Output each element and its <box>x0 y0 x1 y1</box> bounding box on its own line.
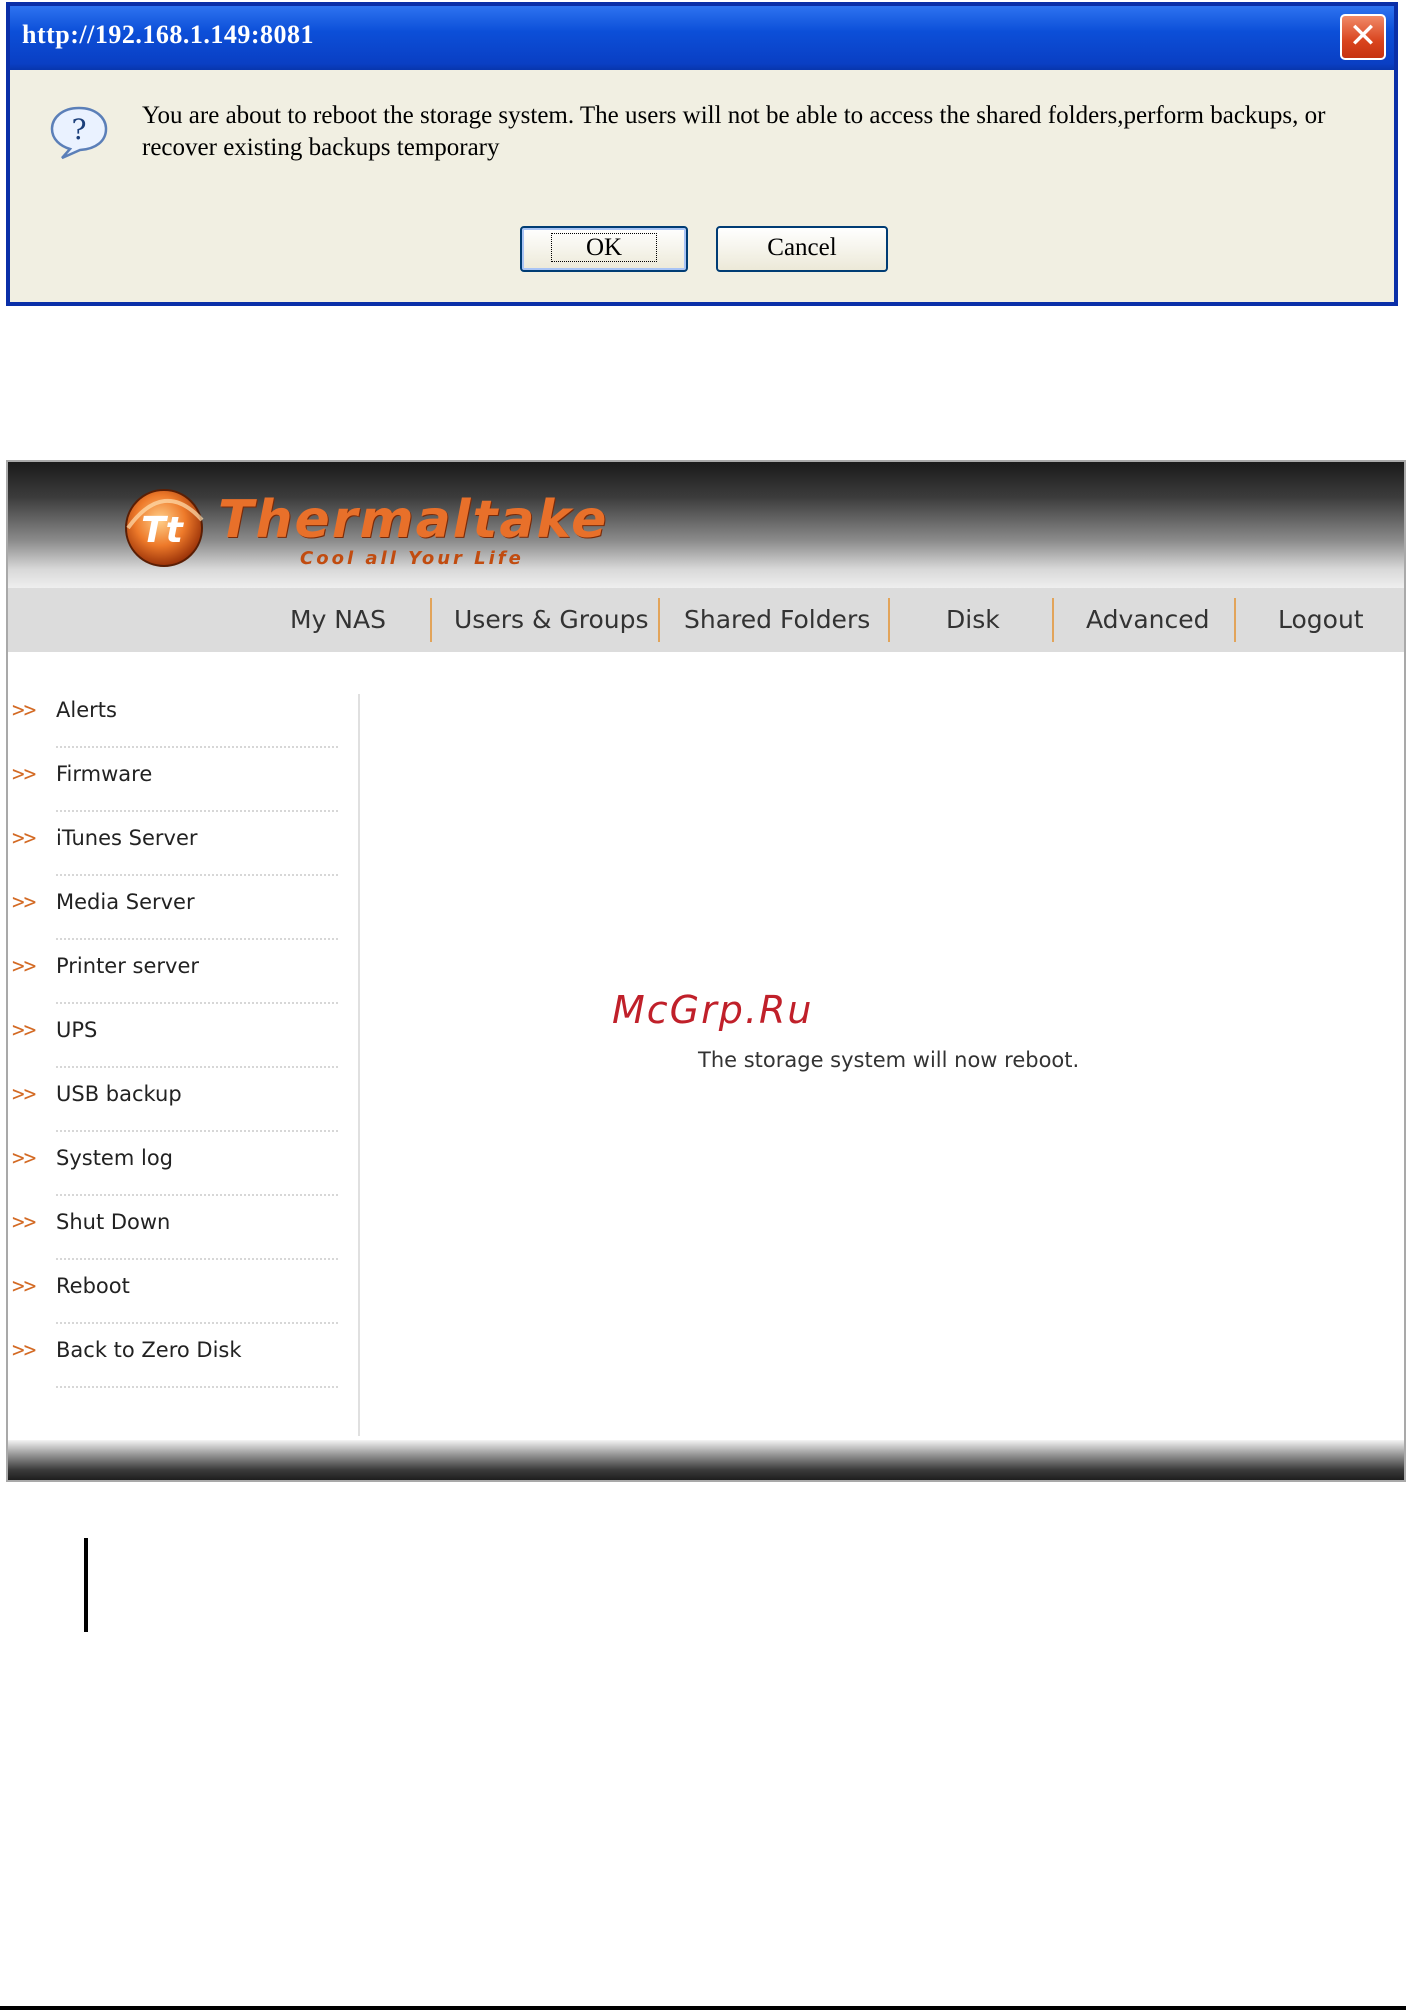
divider <box>56 746 338 748</box>
question-icon: ? <box>50 106 108 160</box>
chevron-right-icon: >> <box>12 954 36 978</box>
footer-bar <box>8 1440 1404 1480</box>
divider <box>56 1066 338 1068</box>
nav-disk[interactable]: Disk <box>946 600 1000 640</box>
sidebar-item-back-to-zero-disk[interactable]: >> Back to Zero Disk <box>8 1334 338 1398</box>
chevron-right-icon: >> <box>12 698 36 722</box>
nav-separator <box>658 598 660 642</box>
sidebar-item-shut-down[interactable]: >> Shut Down <box>8 1206 338 1270</box>
divider <box>56 1258 338 1260</box>
vertical-rule <box>84 1538 88 1632</box>
chevron-right-icon: >> <box>12 1210 36 1234</box>
thermaltake-logo-icon: Tt <box>125 489 204 567</box>
divider <box>56 810 338 812</box>
sidebar-item-printer-server[interactable]: >> Printer server <box>8 950 338 1014</box>
sidebar-item-label: iTunes Server <box>56 826 198 850</box>
nav-separator <box>1234 598 1236 642</box>
sidebar-item-label: Media Server <box>56 890 195 914</box>
sidebar-item-label: Alerts <box>56 698 117 722</box>
chevron-right-icon: >> <box>12 890 36 914</box>
nav-my-nas[interactable]: My NAS <box>290 600 386 640</box>
sidebar-item-system-log[interactable]: >> System log <box>8 1142 338 1206</box>
sidebar-item-alerts[interactable]: >> Alerts <box>8 694 338 758</box>
svg-text:?: ? <box>71 113 86 146</box>
nav-separator <box>888 598 890 642</box>
sidebar-item-firmware[interactable]: >> Firmware <box>8 758 338 822</box>
brand-slogan: Cool all Your Life <box>300 548 524 569</box>
dialog-message: You are about to reboot the storage syst… <box>142 102 1326 161</box>
divider <box>56 1194 338 1196</box>
brand-name: Thermaltake <box>218 490 609 550</box>
dialog-title-bar[interactable]: http://192.168.1.149:8081 ✕ <box>10 6 1394 70</box>
chevron-right-icon: >> <box>12 1146 36 1170</box>
nav-shared-folders[interactable]: Shared Folders <box>684 600 870 640</box>
watermark: McGrp.Ru <box>612 988 814 1032</box>
sidebar: >> Alerts >> Firmware >> iTunes Server >… <box>8 694 360 1436</box>
chevron-right-icon: >> <box>12 826 36 850</box>
page-bottom-rule <box>0 2006 1406 2010</box>
sidebar-item-label: UPS <box>56 1018 98 1042</box>
sidebar-item-label: System log <box>56 1146 173 1170</box>
chevron-right-icon: >> <box>12 1018 36 1042</box>
header-banner: Tt Thermaltake Cool all Your Life <box>8 462 1404 588</box>
cancel-button[interactable]: Cancel <box>716 226 888 272</box>
top-nav: My NAS Users & Groups Shared Folders Dis… <box>8 588 1404 652</box>
chevron-right-icon: >> <box>12 1274 36 1298</box>
close-icon[interactable]: ✕ <box>1340 14 1386 60</box>
sidebar-item-itunes-server[interactable]: >> iTunes Server <box>8 822 338 886</box>
nav-logout[interactable]: Logout <box>1278 600 1364 640</box>
nav-users-groups[interactable]: Users & Groups <box>454 600 649 640</box>
ok-button-label: OK <box>550 233 658 262</box>
sidebar-item-label: Printer server <box>56 954 200 978</box>
sidebar-item-label: Back to Zero Disk <box>56 1338 242 1362</box>
nav-separator <box>430 598 432 642</box>
nas-admin-page: Tt Thermaltake Cool all Your Life My NAS… <box>6 460 1406 1482</box>
reboot-status-message: The storage system will now reboot. <box>698 1048 1080 1072</box>
chevron-right-icon: >> <box>12 1338 36 1362</box>
dialog-title: http://192.168.1.149:8081 <box>22 20 314 49</box>
divider <box>56 874 338 876</box>
sidebar-item-media-server[interactable]: >> Media Server <box>8 886 338 950</box>
ok-button[interactable]: OK <box>520 226 688 272</box>
sidebar-item-label: Reboot <box>56 1274 130 1298</box>
confirm-dialog: http://192.168.1.149:8081 ✕ ? You are ab… <box>6 2 1398 306</box>
divider <box>56 1386 338 1388</box>
sidebar-item-usb-backup[interactable]: >> USB backup <box>8 1078 338 1142</box>
nav-advanced[interactable]: Advanced <box>1086 600 1210 640</box>
divider <box>56 938 338 940</box>
sidebar-item-label: Firmware <box>56 762 153 786</box>
divider <box>56 1002 338 1004</box>
sidebar-item-ups[interactable]: >> UPS <box>8 1014 338 1078</box>
chevron-right-icon: >> <box>12 762 36 786</box>
chevron-right-icon: >> <box>12 1082 36 1106</box>
sidebar-item-reboot[interactable]: >> Reboot <box>8 1270 338 1334</box>
divider <box>56 1322 338 1324</box>
sidebar-item-label: USB backup <box>56 1082 182 1106</box>
divider <box>56 1130 338 1132</box>
nav-separator <box>1052 598 1054 642</box>
sidebar-item-label: Shut Down <box>56 1210 171 1234</box>
logo-mark-text: Tt <box>141 510 185 551</box>
